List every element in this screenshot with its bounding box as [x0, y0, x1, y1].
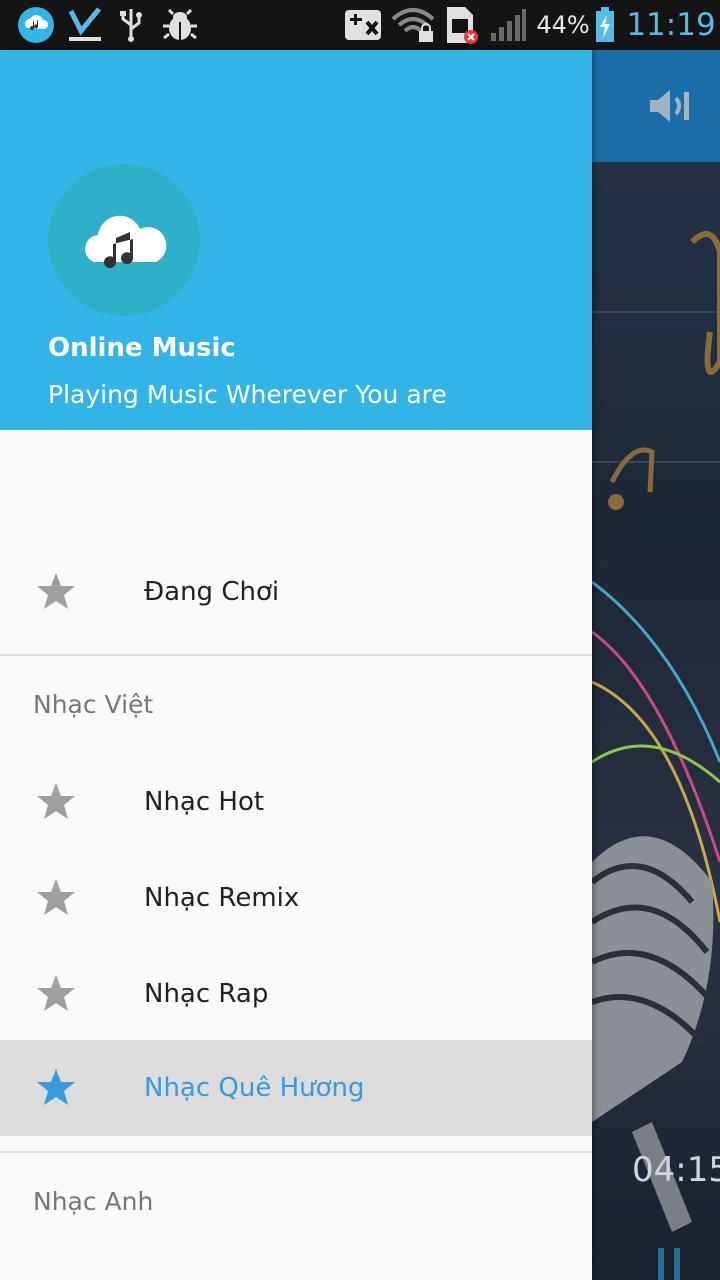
debug-icon — [160, 0, 200, 50]
menu-item-nhac-que-huong[interactable]: Nhạc Quê Hương — [0, 1040, 592, 1136]
battery-percent: 44% — [536, 11, 590, 39]
background-elapsed-time: 04:15 — [632, 1150, 720, 1190]
usb-icon — [116, 0, 146, 50]
music-app-icon — [16, 0, 56, 50]
drawer-header: Online Music Playing Music Wherever You … — [0, 50, 592, 430]
download-done-icon — [66, 0, 104, 50]
battery-charging-icon — [594, 0, 616, 50]
menu-item-dang-choi[interactable]: Đang Chơi — [0, 544, 592, 640]
section-header-nhac-viet: Nhạc Việt — [33, 690, 154, 719]
menu-item-label: Nhạc Quê Hương — [144, 1073, 365, 1103]
pause-icon[interactable] — [656, 1246, 684, 1280]
app-name: Online Music — [48, 333, 236, 363]
screenshot-icon — [342, 0, 384, 50]
star-icon — [37, 1069, 75, 1105]
menu-item-label: Nhạc Rap — [144, 979, 269, 1009]
app-tagline: Playing Music Wherever You are — [48, 380, 447, 409]
star-icon — [37, 783, 75, 819]
background-player-screen: 04:15 — [592, 50, 720, 1280]
cloud-music-icon — [48, 164, 200, 316]
menu-item-label: Nhạc Hot — [144, 787, 265, 817]
menu-item-nhac-rap[interactable]: Nhạc Rap — [0, 946, 592, 1042]
menu-item-label: Nhạc Remix — [144, 883, 300, 913]
volume-icon[interactable] — [648, 88, 694, 128]
menu-item-nhac-remix[interactable]: Nhạc Remix — [0, 850, 592, 946]
menu-item-nhac-hot[interactable]: Nhạc Hot — [0, 754, 592, 850]
sim-error-icon — [444, 0, 480, 50]
menu-item-label: Đang Chơi — [144, 577, 280, 607]
background-toolbar — [592, 50, 720, 162]
background-artwork — [592, 231, 720, 1232]
status-bar: 44% 11:19 — [0, 0, 720, 50]
divider — [0, 654, 592, 656]
star-icon — [37, 975, 75, 1011]
star-icon — [37, 879, 75, 915]
divider — [0, 1151, 592, 1153]
star-icon — [37, 573, 75, 609]
wifi-lock-icon — [390, 0, 436, 50]
navigation-drawer: Online Music Playing Music Wherever You … — [0, 50, 592, 1280]
signal-icon — [488, 0, 528, 50]
clock: 11:19 — [626, 7, 716, 43]
section-header-nhac-anh: Nhạc Anh — [33, 1187, 154, 1216]
